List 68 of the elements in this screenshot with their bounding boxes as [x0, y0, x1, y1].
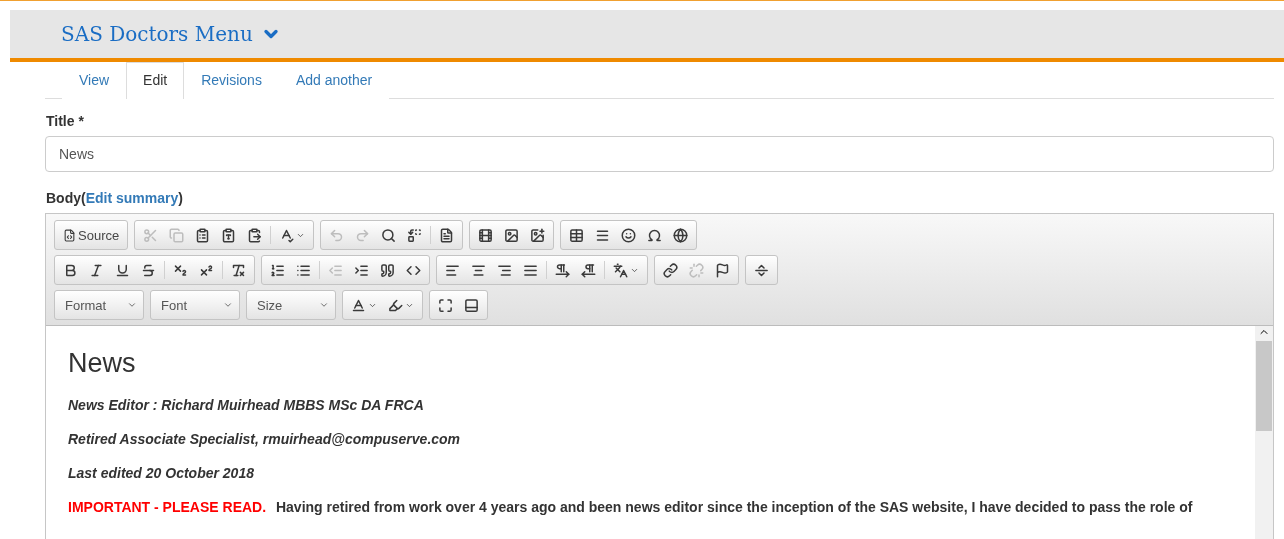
caret-icon: [223, 300, 233, 310]
image-icon: [530, 227, 546, 243]
menu-title[interactable]: SAS Doctors Menu: [61, 22, 253, 46]
indent-icon: [354, 262, 369, 278]
align-right-icon: [497, 262, 512, 278]
code-file-icon: [63, 228, 76, 242]
pilcrow-icon: [581, 262, 596, 278]
language-icon: [613, 262, 628, 278]
dropdown-field[interactable]: Format: [58, 293, 140, 317]
lines-icon: [595, 227, 611, 243]
tab[interactable]: Edit: [126, 62, 185, 99]
align-left-icon: [445, 262, 460, 278]
copy-icon: [169, 227, 185, 243]
highlighter-icon: [388, 297, 403, 313]
outdent-icon: [328, 262, 343, 278]
clipboard-icon: [247, 227, 263, 243]
content-heading: News: [68, 348, 137, 379]
numbered-list-icon: [270, 262, 285, 278]
caret-icon: [319, 300, 329, 310]
clipboard-icon: [221, 227, 237, 243]
globe-icon: [673, 227, 689, 243]
content-paragraph: News Editor : Richard Muirhead MBBS MSc DA FRCA: [68, 397, 425, 413]
italic-icon: [89, 262, 104, 278]
link-icon: [663, 262, 678, 278]
unlink-icon: [689, 262, 704, 278]
maximize-icon: [438, 297, 453, 313]
underline-icon: [115, 262, 130, 278]
edit-summary-link[interactable]: Edit summary: [85, 190, 179, 206]
superscript-icon: [199, 262, 214, 278]
field-label: ): [178, 190, 183, 206]
content-paragraph: IMPORTANT - PLEASE READ. Having retired from work over 4 years ago and been news editor since the inception of the SAS website, I have decided to pass the role of: [68, 499, 1194, 515]
spellcheck-icon: [279, 227, 295, 243]
scrollbar-thumb[interactable]: [1256, 341, 1272, 431]
document-icon: [439, 227, 455, 243]
omega-icon: [647, 227, 663, 243]
replace-icon: [407, 227, 423, 243]
align-center-icon: [471, 262, 486, 278]
scrollbar[interactable]: [1255, 326, 1273, 539]
dropdown-field[interactable]: Font: [154, 293, 236, 317]
clipboard-icon: [195, 227, 211, 243]
quote-icon: [380, 262, 395, 278]
page-break-icon: [754, 262, 769, 278]
undo-icon: [329, 227, 345, 243]
content-paragraph: Retired Associate Specialist, rmuirhead@compuserve.com: [68, 431, 462, 447]
strikethrough-icon: [141, 262, 156, 278]
scissors-icon: [143, 227, 159, 243]
dropdown-field[interactable]: Size: [250, 293, 332, 317]
search-icon: [381, 227, 397, 243]
redo-icon: [355, 227, 371, 243]
image-icon: [504, 227, 520, 243]
content-paragraph: Last edited 20 October 2018: [68, 465, 255, 481]
pilcrow-icon: [555, 262, 570, 278]
bold-icon: [63, 262, 78, 278]
remove-format-icon: [231, 262, 246, 278]
film-icon: [478, 227, 494, 243]
text-color-icon: [351, 297, 366, 313]
table-icon: [569, 227, 585, 243]
blocks-icon: [464, 297, 479, 313]
bulleted-list-icon: [296, 262, 311, 278]
source-button[interactable]: Source: [58, 223, 125, 247]
input-field[interactable]: News: [45, 136, 1274, 172]
subscript-icon: [173, 262, 188, 278]
flag-icon: [715, 262, 730, 278]
justify-icon: [523, 262, 538, 278]
field-label: Title *: [46, 113, 85, 129]
smiley-icon: [621, 227, 637, 243]
caret-icon: [127, 300, 137, 310]
field-label: Body(: [46, 190, 86, 206]
